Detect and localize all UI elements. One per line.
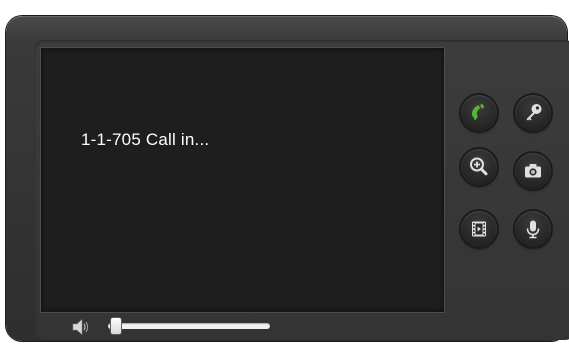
microphone-button[interactable] — [515, 211, 551, 247]
answer-call-button[interactable] — [461, 95, 497, 131]
volume-slider-track[interactable] — [108, 323, 270, 329]
phone-handset-icon — [471, 104, 485, 120]
film-icon — [472, 221, 486, 237]
snapshot-button[interactable] — [515, 153, 551, 189]
record-video-button[interactable] — [461, 211, 497, 247]
call-status-text: 1-1-705 Call in... — [81, 130, 210, 149]
camera-icon — [525, 164, 541, 178]
key-icon — [526, 104, 542, 121]
unlock-button[interactable] — [515, 95, 551, 131]
video-screen: 1-1-705 Call in... — [40, 47, 445, 313]
zoom-in-button[interactable] — [461, 149, 497, 185]
speaker-icon[interactable] — [70, 316, 90, 338]
volume-slider-thumb[interactable] — [110, 318, 121, 334]
microphone-icon — [526, 220, 540, 239]
zoom-in-icon — [470, 157, 488, 176]
